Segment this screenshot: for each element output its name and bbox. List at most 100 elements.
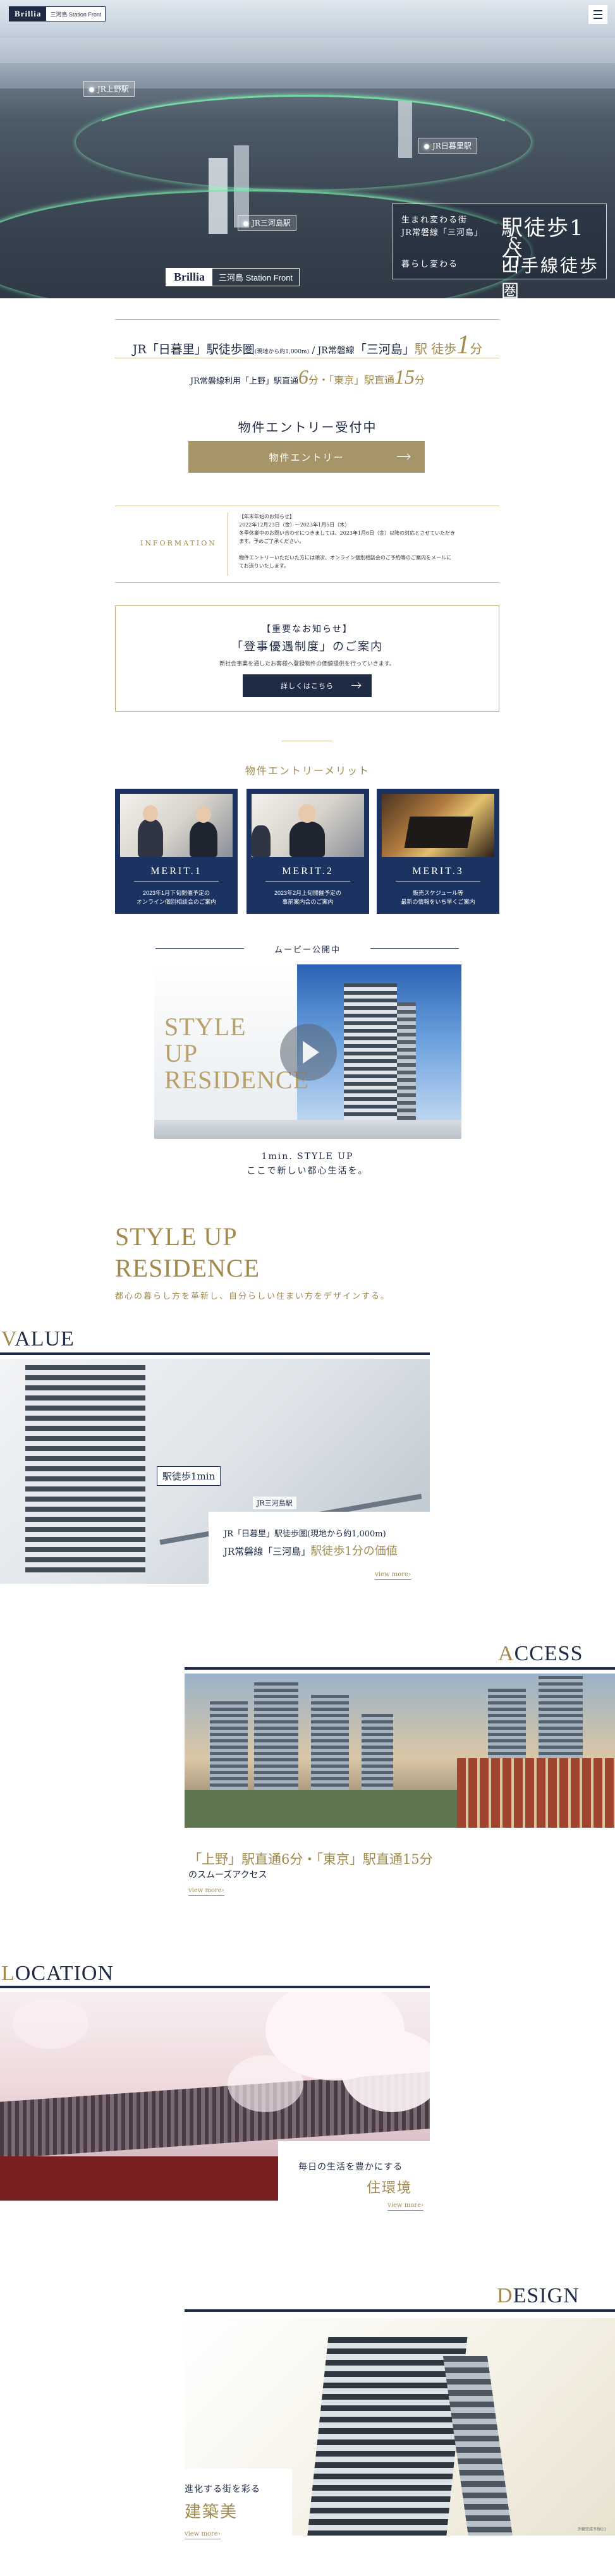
access-view-more-link[interactable]: view more›	[188, 1887, 224, 1896]
style-up-title-line1: STYLE UP	[115, 1222, 238, 1251]
access-title: ACCESS	[498, 1642, 583, 1666]
hero-copy-big2: 山手線徒歩圏	[501, 255, 600, 298]
location-card: 毎日の生活を豊かにする 住環境 view more›	[278, 2141, 442, 2222]
design-image-caption: 外観完成予想CG	[577, 2528, 606, 2532]
value-view-more-link[interactable]: view more›	[375, 1571, 411, 1580]
station-tag-ueno: JR上野駅	[83, 81, 135, 97]
merit-1-desc2: オンライン個別相談会のご案内	[136, 899, 216, 905]
access-card-line1: 「上野」駅直通6分・「東京」駅直通15分	[188, 1852, 433, 1867]
information-box: INFORMATION 【年末年始のお知らせ】 2022年12月23日（金）～2…	[115, 506, 499, 583]
location-card-line1: 毎日の生活を豊かにする	[298, 2162, 403, 2172]
access-line-2: JR常磐線利用「上野」駅直通6分・「東京」駅直通15分	[0, 365, 615, 389]
value-card-line1: JR「日暮里」駅徒歩圏(現地から約1,000m)	[224, 1529, 386, 1539]
hero-section: JR上野駅 JR日暮里駅 JR三河島駅 Brillia 三河島 Station …	[0, 0, 615, 298]
entry-button-label: 物件エントリー	[269, 451, 344, 463]
entry-button[interactable]: 物件エントリー	[188, 441, 425, 473]
information-body: 【年末年始のお知らせ】 2022年12月23日（金）～2023年1月5日（木） …	[239, 513, 492, 570]
access-mikawashima: 「三河島」	[354, 343, 415, 356]
design-rule	[185, 2309, 615, 2312]
access-image	[185, 1674, 615, 1828]
access-walk: 駅 徒歩	[414, 341, 457, 356]
access-nippori: JR「日暮里」駅徒歩圏	[132, 343, 255, 356]
merit-3-desc2: 最新の情報をいち早くご案内	[401, 899, 475, 905]
access-walk-unit: 分	[470, 341, 483, 356]
merit-3-title: MERIT.3	[412, 866, 464, 877]
notice-button-label: 詳しくはこちら	[281, 682, 334, 690]
location-title: LOCATION	[1, 1962, 114, 1986]
information-line: 【年末年始のお知らせ】	[239, 514, 295, 519]
access-walk-minutes: 1	[456, 331, 470, 360]
access-rule	[185, 1667, 615, 1670]
access-tokyo-unit: 分	[415, 374, 425, 386]
hero-logo: Brillia 三河島 Station Front	[166, 268, 300, 286]
location-view-more-link[interactable]: view more›	[387, 2202, 423, 2211]
hamburger-icon[interactable]	[588, 5, 607, 24]
value-title-rest: ALUE	[15, 1327, 75, 1351]
location-title-cap: L	[1, 1962, 15, 1985]
access-joban: / JR常磐線	[312, 346, 355, 356]
value-title-cap: V	[1, 1327, 15, 1351]
movie-caption-1: 1min. STYLE UP	[261, 1151, 354, 1162]
access-title-rest: CCESS	[514, 1642, 583, 1665]
location-rule	[0, 1986, 430, 1988]
site-logo[interactable]: Brillia 三河島 Station Front	[9, 6, 106, 21]
hero-copy-amp: &	[508, 234, 523, 253]
merit-3-desc1: 販売スケジュール等	[412, 890, 464, 896]
merit-2-desc2: 事前案内会のご案内	[282, 899, 334, 905]
movie-caption-2: ここで新しい都心生活を。	[247, 1166, 368, 1176]
location-card-line2: 住環境	[367, 2180, 413, 2196]
information-line: ます。予めご了承ください。	[239, 538, 305, 544]
merit-3-photo	[382, 794, 494, 857]
logo-brand: Brillia	[9, 7, 47, 21]
merit-1-desc1: 2023年1月下旬開催予定の	[142, 890, 210, 896]
style-up-subtitle: 都心の暮らし方を革新し、自分らしい住まい方をデザインする。	[115, 1292, 391, 1301]
value-card-line2b: 駅徒歩1分の価値	[310, 1545, 398, 1558]
design-card-line1: 進化する街を彩る	[185, 2484, 260, 2494]
value-rule	[0, 1352, 430, 1355]
access-card-line2: のスムーズアクセス	[188, 1870, 267, 1880]
access-card: 「上野」駅直通6分・「東京」駅直通15分 のスムーズアクセス view more…	[185, 1830, 513, 1905]
station-tag-mikawashima: JR三河島駅	[238, 215, 296, 231]
arrow-right-icon	[351, 685, 360, 686]
value-card-line2: JR常磐線「三河島」駅徒歩1分の価値	[224, 1542, 398, 1558]
information-line: てお送りいたします。	[239, 563, 289, 569]
notice-detail-button[interactable]: 詳しくはこちら	[243, 674, 372, 697]
value-card-line2a: JR常磐線「三河島」	[224, 1546, 311, 1557]
merit-2-title: MERIT.2	[282, 866, 334, 877]
design-title-cap: D	[497, 2284, 513, 2307]
merit-card-1: MERIT.1 2023年1月下旬開催予定の オンライン個別相談会のご案内	[115, 789, 238, 914]
hero-copy-line1: 生まれ変わる街	[401, 216, 468, 225]
hero-logo-sub: 三河島 Station Front	[219, 273, 293, 283]
play-icon[interactable]	[280, 1024, 337, 1081]
information-line: 物件エントリーいただいた方には順次、オンライン個別相談会のご予約等のご案内をメー…	[239, 555, 451, 561]
divider	[115, 319, 499, 320]
information-line: 2022年12月23日（金）～2023年1月5日（木）	[239, 522, 350, 528]
merit-1-photo	[120, 794, 233, 857]
location-title-rest: OCATION	[15, 1962, 114, 1985]
style-up-title-line2: RESIDENCE	[115, 1254, 260, 1282]
entry-heading: 物件エントリー受付中	[238, 420, 377, 435]
design-title: DESIGN	[497, 2284, 580, 2308]
movie-player[interactable]: STYLE UP RESIDENCE	[154, 964, 461, 1139]
value-card: JR「日暮里」駅徒歩圏(現地から約1,000m) JR常磐線「三河島」駅徒歩1分…	[209, 1512, 430, 1589]
merit-2-photo	[252, 794, 364, 857]
access-tokyo-minutes: 15	[394, 365, 415, 388]
hero-copy-line2: JR常磐線「三河島」	[401, 228, 483, 238]
access-ueno-minutes: 6	[298, 365, 308, 388]
hero-copy-line3: 暮らし変わる	[401, 260, 459, 269]
merit-card-3: MERIT.3 販売スケジュール等 最新の情報をいち早くご案内	[377, 789, 499, 914]
value-title: VALUE	[1, 1327, 75, 1351]
value-walk-tag: 駅徒歩1min	[157, 1466, 221, 1486]
merit-heading: 物件エントリーメリット	[245, 765, 370, 777]
design-card-line2: 建築美	[185, 2503, 238, 2522]
hero-catchcopy: 生まれ変わる街 JR常磐線「三河島」 駅徒歩1分 & 暮らし変わる 山手線徒歩圏	[392, 204, 607, 298]
logo-sub: 三河島 Station Front	[50, 11, 102, 18]
information-label: INFORMATION	[140, 539, 217, 547]
notice-desc: 新社会事業を通したお客様へ登録物件の価値提供を行っていきます。	[219, 661, 395, 667]
access-nippori-note: (現地から約1,000m)	[254, 349, 310, 355]
design-title-rest: ESIGN	[513, 2284, 580, 2307]
design-view-more-link[interactable]: view more›	[185, 2530, 221, 2539]
access-line-1: JR「日暮里」駅徒歩圏(現地から約1,000m) / JR常磐線「三河島」駅 徒…	[0, 330, 615, 360]
merit-2-desc1: 2023年2月上旬開催予定の	[274, 890, 342, 896]
merit-1-title: MERIT.1	[150, 866, 202, 877]
